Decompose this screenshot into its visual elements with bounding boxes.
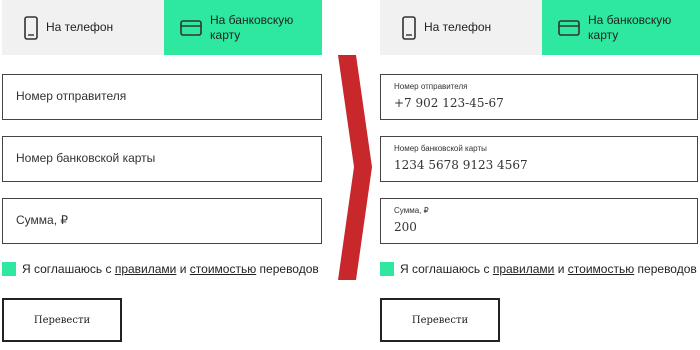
chevron-right-icon — [338, 55, 372, 280]
sender-number-value: +7 902 123-45-67 — [394, 96, 504, 110]
card-number-input[interactable]: Номер банковской карты 1234 5678 9123 45… — [380, 136, 698, 182]
consent-conjunction: и — [179, 262, 187, 276]
sender-number-placeholder: Номер отправителя — [16, 89, 127, 103]
transfer-type-tabs: На телефон На банковскую карту — [2, 0, 322, 55]
submit-transfer-button[interactable]: Перевести — [2, 298, 122, 342]
consent-checkbox[interactable] — [380, 262, 394, 276]
tab-to-card[interactable]: На банковскую карту — [542, 0, 700, 55]
consent-suffix: переводов — [259, 262, 319, 276]
tab-to-phone[interactable]: На телефон — [2, 0, 164, 55]
rules-link[interactable]: правилами — [115, 262, 177, 276]
consent-row: Я соглашаюсь с правилами и стоимостью пе… — [2, 262, 319, 276]
tab-to-card[interactable]: На банковскую карту — [164, 0, 322, 55]
tab-to-phone[interactable]: На телефон — [380, 0, 542, 55]
sender-number-input[interactable]: Номер отправителя +7 902 123-45-67 — [380, 74, 698, 120]
credit-card-icon — [180, 19, 202, 36]
sender-number-label: Номер отправителя — [394, 82, 468, 91]
consent-row: Я соглашаюсь с правилами и стоимостью пе… — [380, 262, 697, 276]
card-number-value: 1234 5678 9123 4567 — [394, 158, 528, 172]
sender-number-input[interactable]: Номер отправителя — [2, 74, 322, 120]
smartphone-icon — [402, 15, 416, 40]
transfer-form-empty: На телефон На банковскую карту Номер отп… — [2, 0, 324, 350]
consent-prefix: Я соглашаюсь с — [400, 262, 490, 276]
consent-checkbox[interactable] — [2, 262, 16, 276]
cost-link[interactable]: стоимостью — [190, 262, 256, 276]
smartphone-icon — [24, 15, 38, 40]
consent-conjunction: и — [557, 262, 565, 276]
consent-text: Я соглашаюсь с правилами и стоимостью пе… — [400, 262, 697, 276]
tab-to-card-label: На банковскую карту — [588, 12, 672, 42]
submit-transfer-button[interactable]: Перевести — [380, 298, 500, 342]
rules-link[interactable]: правилами — [493, 262, 555, 276]
amount-input[interactable]: Сумма, ₽ 200 — [380, 198, 698, 244]
transfer-form-filled: На телефон На банковскую карту Номер отп… — [380, 0, 700, 350]
amount-label: Сумма, ₽ — [394, 206, 429, 215]
amount-placeholder: Сумма, ₽ — [16, 213, 69, 227]
tab-to-phone-label: На телефон — [424, 20, 492, 34]
consent-prefix: Я соглашаюсь с — [22, 262, 112, 276]
card-number-label: Номер банковской карты — [394, 144, 487, 153]
credit-card-icon — [558, 19, 580, 36]
tab-to-card-label: На банковскую карту — [210, 12, 294, 42]
consent-suffix: переводов — [637, 262, 697, 276]
consent-text: Я соглашаюсь с правилами и стоимостью пе… — [22, 262, 319, 276]
amount-value: 200 — [394, 220, 417, 234]
transfer-type-tabs: На телефон На банковскую карту — [380, 0, 700, 55]
tab-to-phone-label: На телефон — [46, 20, 114, 34]
amount-input[interactable]: Сумма, ₽ — [2, 198, 322, 244]
card-number-placeholder: Номер банковской карты — [16, 151, 156, 165]
cost-link[interactable]: стоимостью — [568, 262, 634, 276]
card-number-input[interactable]: Номер банковской карты — [2, 136, 322, 182]
